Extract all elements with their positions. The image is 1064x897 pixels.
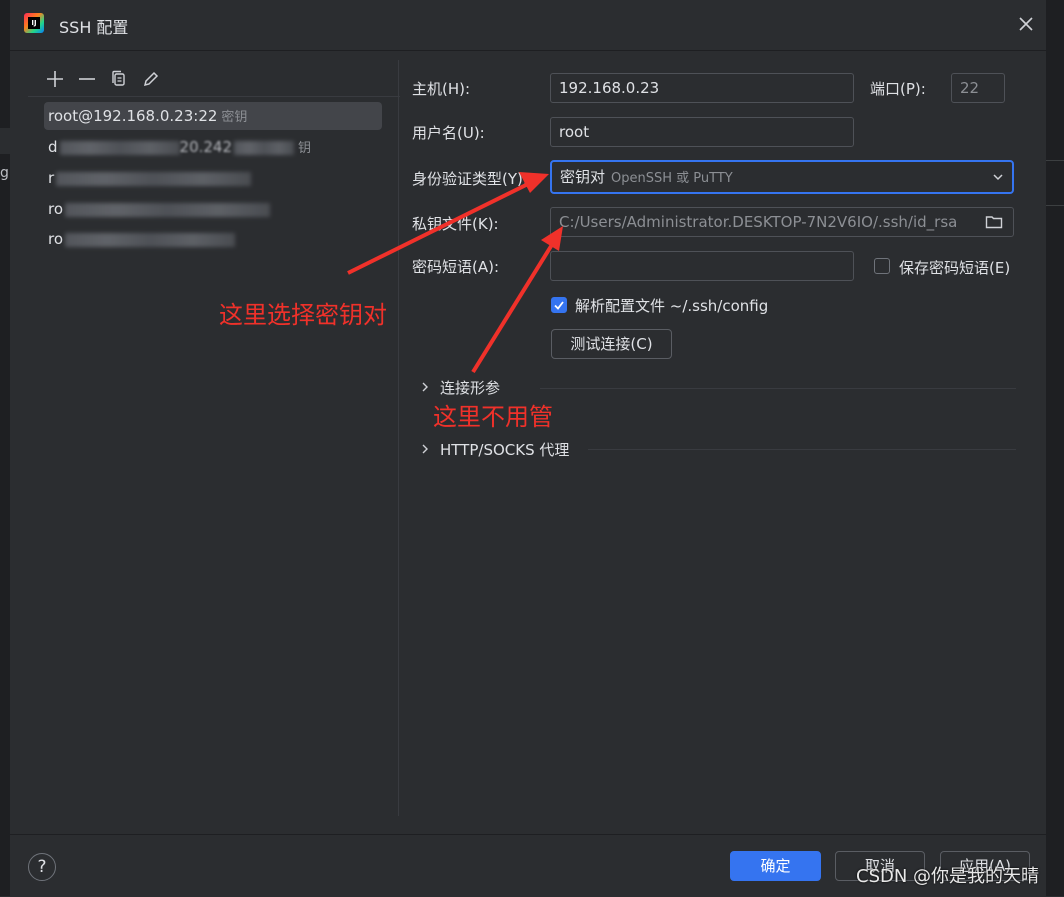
edit-icon[interactable]	[140, 68, 162, 90]
host-list-item-hint: 密钥	[221, 110, 248, 125]
passphrase-input[interactable]	[550, 251, 854, 281]
watermark-text: CSDN @你是我的天晴	[856, 866, 1040, 887]
host-list-item[interactable]: d 20.242 钥	[44, 133, 382, 161]
passphrase-label: 密码短语(A):	[412, 258, 500, 276]
username-input[interactable]: root	[550, 117, 854, 147]
auth-type-subtext: OpenSSH 或 PuTTY	[611, 171, 733, 186]
private-key-label: 私钥文件(K):	[412, 215, 499, 233]
annotation-text: 这里选择密钥对	[219, 301, 387, 329]
host-list-item[interactable]: root@192.168.0.23:22 密钥	[44, 102, 382, 130]
chevron-right-icon	[422, 444, 428, 454]
background-panel	[0, 128, 10, 154]
username-label: 用户名(U):	[412, 124, 485, 142]
redacted-text	[59, 140, 180, 155]
host-input[interactable]: 192.168.0.23	[550, 73, 854, 103]
ssh-config-dialog: IJ SSH 配置 root@192.168.0.23:22 密钥 d 20.242…	[10, 0, 1046, 896]
host-label: 主机(H):	[412, 80, 471, 98]
host-list-item[interactable]: ro	[44, 225, 382, 253]
section-separator	[588, 449, 1016, 450]
pane-divider	[398, 60, 399, 816]
copy-icon[interactable]	[108, 68, 130, 90]
host-list-pane: root@192.168.0.23:22 密钥 d 20.242 钥 r ro ro	[28, 60, 400, 816]
host-list-item-text: d	[48, 138, 58, 156]
test-connection-button[interactable]: 测试连接(C)	[551, 329, 672, 359]
section-separator	[540, 388, 1016, 389]
title-bar: IJ SSH 配置	[10, 0, 1046, 51]
port-label: 端口(P):	[870, 80, 926, 98]
add-icon[interactable]	[44, 68, 66, 90]
auth-type-label: 身份验证类型(Y):	[412, 170, 528, 188]
background-ide-right-edge	[1046, 0, 1064, 896]
host-list-item-hint: 钥	[298, 141, 312, 156]
folder-icon[interactable]	[984, 212, 1004, 232]
checkmark-icon	[554, 301, 564, 310]
host-list-item[interactable]: ro	[44, 195, 382, 223]
connection-params-section[interactable]: 连接形参	[440, 377, 500, 398]
remove-icon[interactable]	[76, 68, 98, 90]
toolbar-separator	[28, 96, 400, 97]
host-list-item-text: r	[48, 169, 55, 187]
ok-button[interactable]: 确定	[730, 851, 821, 881]
host-list-item-text: ro	[48, 200, 64, 218]
save-passphrase-checkbox[interactable]	[874, 258, 890, 274]
host-list-item-text: root@192.168.0.23:22	[48, 107, 218, 125]
close-icon[interactable]	[1016, 14, 1036, 34]
redacted-text	[56, 171, 252, 186]
help-button[interactable]: ?	[28, 853, 56, 881]
chevron-down-icon	[993, 174, 1003, 181]
background-text: g	[0, 165, 9, 181]
redacted-text	[65, 232, 236, 247]
redacted-text	[234, 140, 295, 155]
dialog-title: SSH 配置	[59, 18, 129, 37]
background-ide-edge: g	[0, 0, 10, 896]
intellij-app-icon: IJ	[24, 13, 44, 33]
background-line	[1046, 205, 1064, 206]
port-input[interactable]: 22	[951, 73, 1005, 103]
chevron-right-icon	[422, 382, 428, 392]
annotation-text: 这里不用管	[433, 403, 553, 431]
host-list-item[interactable]: r	[44, 164, 382, 192]
parse-config-label: 解析配置文件 ~/.ssh/config	[575, 297, 769, 315]
private-key-input[interactable]: C:/Users/Administrator.DESKTOP-7N2V6IO/.…	[550, 207, 1014, 237]
auth-type-select[interactable]: 密钥对 OpenSSH 或 PuTTY	[550, 160, 1014, 194]
auth-type-value: 密钥对	[560, 168, 606, 186]
proxy-section[interactable]: HTTP/SOCKS 代理	[440, 439, 569, 460]
host-list-item-fragment: 20.242	[179, 138, 233, 156]
host-list-item-text: ro	[48, 230, 64, 248]
parse-config-checkbox[interactable]	[551, 297, 567, 313]
save-passphrase-label: 保存密码短语(E)	[899, 259, 1011, 277]
background-line	[1046, 160, 1064, 161]
redacted-text	[65, 202, 271, 217]
